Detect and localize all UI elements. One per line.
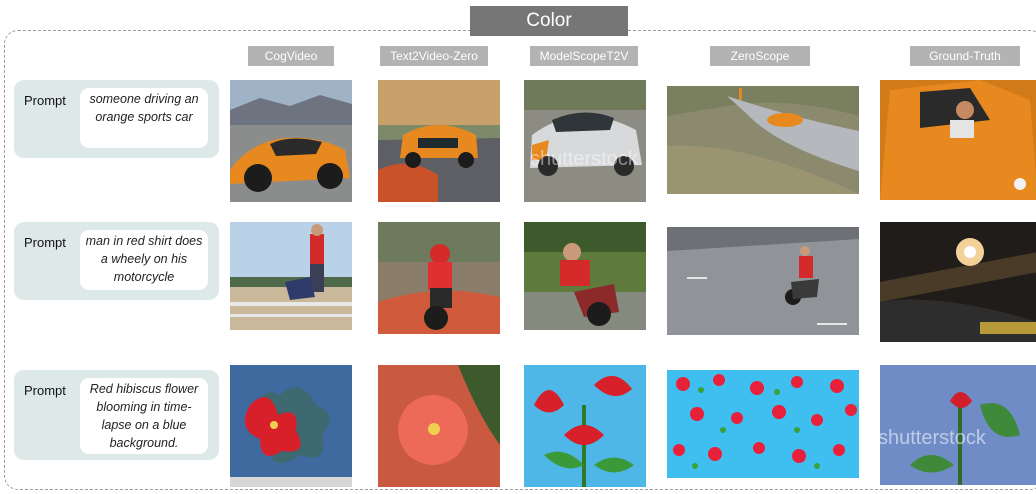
video-frame-zeroscope-car (667, 86, 859, 194)
prompt-text: someone driving an orange sports car (80, 88, 208, 148)
prompt-box-row-2: Prompt man in red shirt does a wheely on… (14, 222, 219, 300)
prompt-box-row-3: Prompt Red hibiscus flower blooming in t… (14, 370, 219, 460)
video-frame-zeroscope-hibiscus (667, 370, 859, 478)
video-frame-modelscopet2v-hibiscus (524, 365, 646, 487)
video-frame-text2video-zero-motorcycle (378, 222, 500, 334)
column-header-ground-truth: Ground-Truth (910, 46, 1020, 66)
video-frame-ground-truth-car (880, 80, 1036, 200)
prompt-box-row-1: Prompt someone driving an orange sports … (14, 80, 219, 158)
column-header-modelscopet2v: ModelScopeT2V (530, 46, 638, 66)
column-header-zeroscope: ZeroScope (710, 46, 810, 66)
video-frame-modelscopet2v-car: shutterstock (524, 80, 646, 202)
video-frame-zeroscope-motorcycle (667, 227, 859, 335)
watermark-text: shutterstock (880, 427, 986, 449)
prompt-label: Prompt (24, 383, 66, 398)
video-frame-cogvideo-car (230, 80, 352, 202)
video-frame-ground-truth-motorcycle (880, 222, 1036, 342)
video-frame-cogvideo-motorcycle (230, 222, 352, 330)
column-header-cogvideo: CogVideo (248, 46, 334, 66)
prompt-text: Red hibiscus flower blooming in time-lap… (80, 378, 208, 454)
column-header-text2video-zero: Text2Video-Zero (380, 46, 488, 66)
video-frame-text2video-zero-hibiscus (378, 365, 500, 487)
prompt-label: Prompt (24, 93, 66, 108)
section-title: Color (470, 6, 628, 36)
video-frame-ground-truth-hibiscus: shutterstock (880, 365, 1036, 485)
prompt-text: man in red shirt does a wheely on his mo… (80, 230, 208, 290)
video-frame-modelscopet2v-motorcycle (524, 222, 646, 330)
video-frame-cogvideo-hibiscus (230, 365, 352, 487)
video-frame-text2video-zero-car (378, 80, 500, 202)
watermark-text: shutterstock (530, 148, 638, 170)
prompt-label: Prompt (24, 235, 66, 250)
